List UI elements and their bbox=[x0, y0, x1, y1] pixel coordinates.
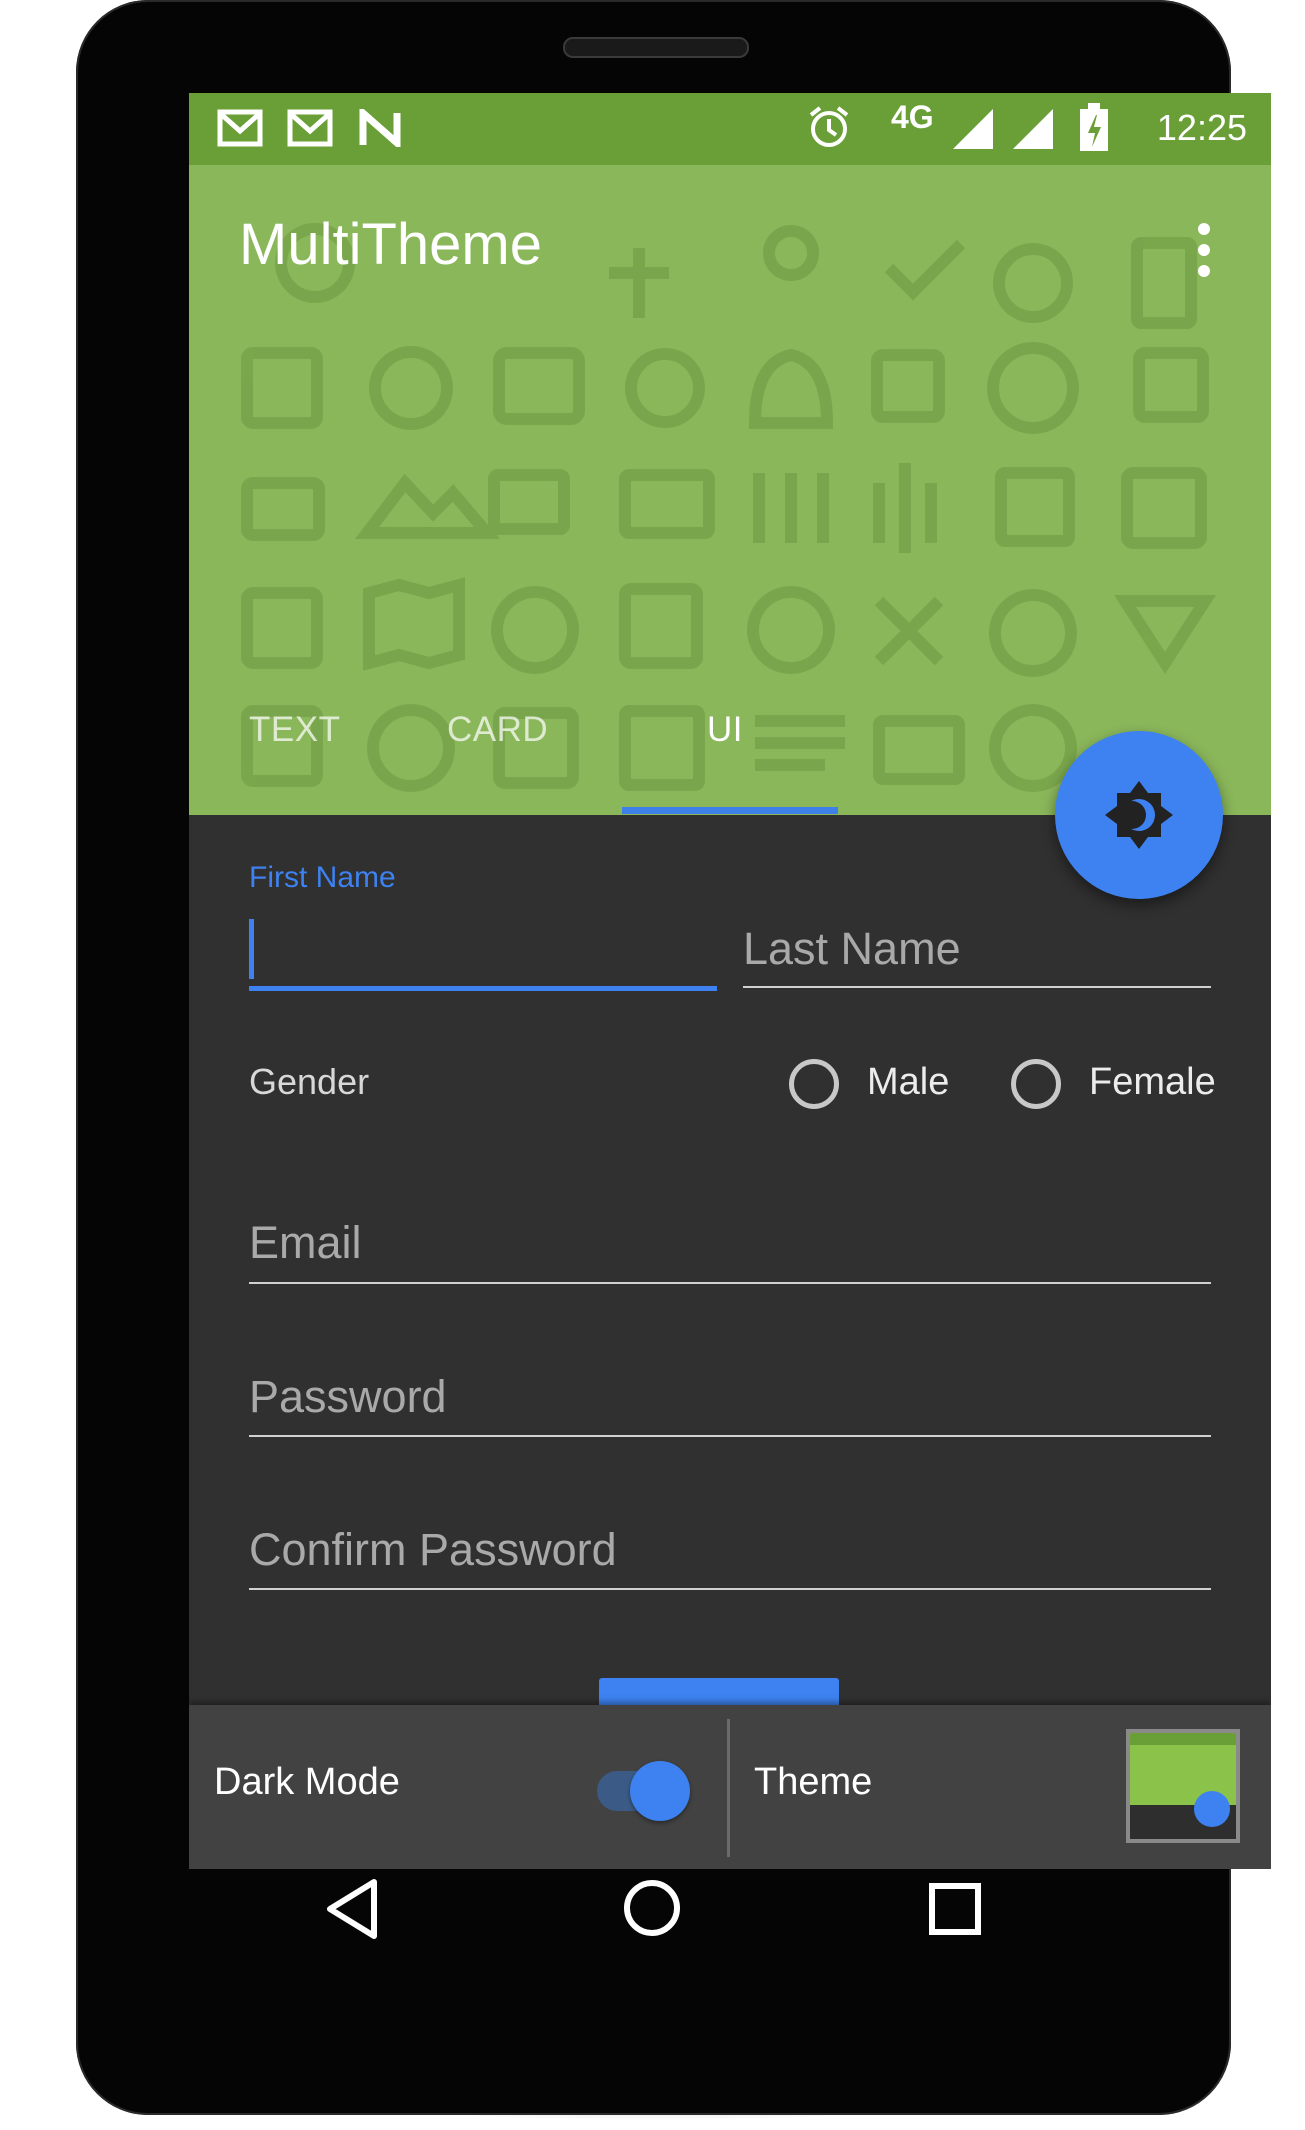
theme-preview-button[interactable] bbox=[1126, 1729, 1240, 1843]
home-icon[interactable] bbox=[622, 1878, 682, 1938]
tab-ui[interactable]: UI bbox=[707, 710, 743, 750]
tab-indicator bbox=[622, 807, 838, 814]
app-screen: 4G 12:25 MultiTheme TEXT CARD UI First N… bbox=[189, 93, 1271, 1869]
male-radio-label[interactable]: Male bbox=[867, 1061, 949, 1104]
signal-icon bbox=[953, 109, 993, 149]
phone-frame: 4G 12:25 MultiTheme TEXT CARD UI First N… bbox=[76, 0, 1271, 2115]
back-icon[interactable] bbox=[324, 1878, 380, 1940]
signal-icon bbox=[1013, 109, 1053, 149]
theme-preview-statusbar bbox=[1130, 1733, 1236, 1745]
bottom-settings-panel: Dark Mode Theme bbox=[189, 1705, 1271, 1869]
dark-mode-label: Dark Mode bbox=[214, 1761, 400, 1803]
first-name-field[interactable] bbox=[249, 986, 717, 991]
battery-charging-icon bbox=[1080, 103, 1108, 151]
theme-preview-accent bbox=[1194, 1791, 1230, 1827]
recents-icon[interactable] bbox=[928, 1882, 982, 1936]
female-radio[interactable] bbox=[1011, 1059, 1061, 1109]
gmail-icon bbox=[217, 109, 263, 147]
more-vert-icon[interactable] bbox=[1189, 223, 1219, 283]
email-field[interactable]: Email bbox=[249, 1217, 362, 1269]
last-name-underline bbox=[743, 986, 1211, 988]
email-underline bbox=[249, 1282, 1211, 1284]
earpiece-speaker bbox=[563, 37, 749, 58]
male-radio[interactable] bbox=[789, 1059, 839, 1109]
clock-time: 12:25 bbox=[1156, 107, 1247, 148]
tab-card[interactable]: CARD bbox=[447, 710, 548, 750]
first-name-label: First Name bbox=[249, 861, 396, 894]
first-name-caret bbox=[249, 919, 254, 979]
confirm-password-underline bbox=[249, 1588, 1211, 1590]
gmail-icon bbox=[287, 109, 333, 147]
app-header: 4G 12:25 MultiTheme TEXT CARD UI bbox=[189, 93, 1271, 815]
header-icon-pattern bbox=[241, 223, 1217, 792]
password-field[interactable]: Password bbox=[249, 1371, 447, 1423]
confirm-password-field[interactable]: Confirm Password bbox=[249, 1524, 617, 1576]
password-underline bbox=[249, 1435, 1211, 1437]
theme-toggle-fab[interactable] bbox=[1055, 731, 1223, 899]
n-notification-icon bbox=[359, 109, 401, 147]
theme-label: Theme bbox=[754, 1761, 873, 1803]
app-title: MultiTheme bbox=[239, 212, 542, 277]
gender-label: Gender bbox=[249, 1061, 370, 1102]
network-type-label: 4G bbox=[891, 99, 934, 135]
brightness-icon bbox=[1105, 781, 1173, 849]
last-name-field[interactable]: Last Name bbox=[743, 923, 961, 975]
alarm-icon bbox=[809, 106, 849, 147]
panel-divider bbox=[727, 1719, 730, 1857]
dark-mode-switch[interactable] bbox=[630, 1761, 690, 1821]
tab-text[interactable]: TEXT bbox=[249, 710, 340, 750]
status-bar: 4G 12:25 bbox=[189, 93, 1271, 165]
female-radio-label[interactable]: Female bbox=[1089, 1061, 1216, 1104]
